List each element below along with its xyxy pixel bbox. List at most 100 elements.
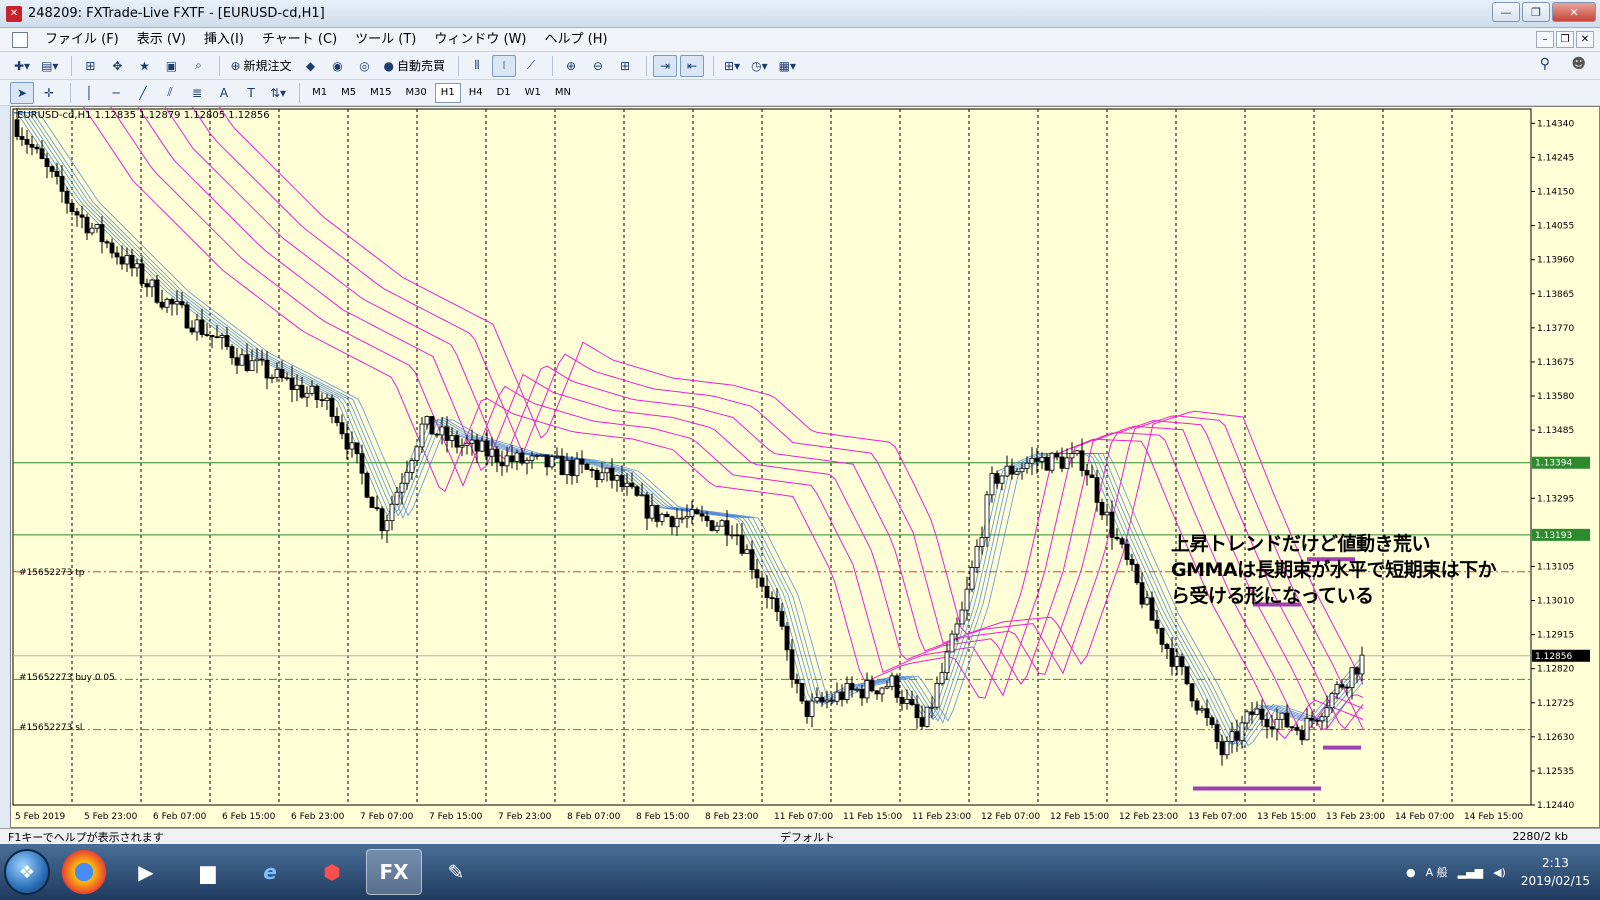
- strategy-tester-icon[interactable]: ⌕: [186, 55, 210, 77]
- candle-body: [954, 623, 960, 635]
- mdi-close-button[interactable]: ✕: [1576, 31, 1594, 48]
- templates-icon[interactable]: ▦▾: [775, 55, 800, 77]
- search-icon[interactable]: ⚲: [1540, 56, 1550, 72]
- candle-body: [609, 467, 615, 481]
- menu-file[interactable]: ファイル (F): [36, 29, 128, 51]
- timeframe-m30[interactable]: M30: [399, 83, 432, 103]
- trendline-icon[interactable]: ╱: [131, 82, 155, 104]
- mt4-taskbar-icon[interactable]: FX: [366, 849, 422, 895]
- new-order-button[interactable]: ⊕ 新規注文: [226, 55, 295, 77]
- menu-view[interactable]: 表示 (V): [128, 29, 195, 51]
- y-tick-label: 1.13580: [1537, 392, 1574, 402]
- zoom-in-icon[interactable]: ⊕: [559, 55, 583, 77]
- timeframe-m15[interactable]: M15: [364, 83, 397, 103]
- timeframe-d1[interactable]: D1: [491, 83, 517, 103]
- minimize-button[interactable]: —: [1492, 2, 1520, 22]
- timeframe-m5[interactable]: M5: [335, 83, 362, 103]
- x-tick-label: 11 Feb 23:00: [912, 812, 971, 822]
- ime-indicator[interactable]: A 般: [1426, 864, 1448, 880]
- start-button[interactable]: ❖: [4, 849, 50, 895]
- close-button[interactable]: ✕: [1552, 2, 1596, 22]
- price-chart[interactable]: 5 Feb 2019 5 Feb 23:00 6 Feb 07:00 6 Feb 15…: [11, 107, 1599, 827]
- candle-body: [344, 433, 350, 450]
- candle-body: [1064, 457, 1070, 469]
- market-icon[interactable]: ◎: [353, 55, 377, 77]
- chart-window[interactable]: 5 Feb 2019 5 Feb 23:00 6 Feb 07:00 6 Feb 15…: [10, 106, 1600, 828]
- signals-icon[interactable]: ◉: [326, 55, 350, 77]
- cursor-icon[interactable]: ➤: [10, 81, 34, 104]
- maximize-button[interactable]: ❐: [1522, 2, 1550, 22]
- menu-tools[interactable]: ツール (T): [346, 29, 425, 51]
- system-clock[interactable]: 2:13 2019/02/15: [1521, 854, 1590, 890]
- crosshair-icon[interactable]: ✛: [37, 82, 61, 104]
- line-chart-icon[interactable]: ⟋: [519, 55, 543, 77]
- candlestick-icon[interactable]: ⧙: [492, 54, 517, 77]
- candle-body: [249, 360, 255, 371]
- menu-insert[interactable]: 挿入(I): [195, 29, 253, 51]
- candle-body: [684, 516, 690, 519]
- horizontal-line-icon[interactable]: ─: [104, 82, 128, 104]
- candle-body: [549, 456, 555, 468]
- candle-body: [129, 255, 135, 269]
- menu-window[interactable]: ウィンドウ (W): [425, 29, 535, 51]
- fibonacci-icon[interactable]: ≣: [185, 82, 209, 104]
- timeframe-h4[interactable]: H4: [463, 83, 489, 103]
- candle-body: [99, 224, 105, 243]
- timeframe-h1[interactable]: H1: [434, 82, 461, 103]
- zoom-out-icon[interactable]: ⊖: [586, 55, 610, 77]
- notification-icon[interactable]: ●: [1406, 866, 1416, 879]
- y-tick-label: 1.12725: [1537, 699, 1574, 709]
- vertical-line-icon[interactable]: │: [77, 82, 101, 104]
- mdi-restore-button[interactable]: ❐: [1556, 31, 1574, 48]
- mdi-minimize-button[interactable]: –: [1536, 31, 1554, 48]
- candle-body: [844, 683, 850, 700]
- timeframe-m1[interactable]: M1: [306, 83, 333, 103]
- volume-icon[interactable]: ◀): [1493, 866, 1506, 879]
- periods-icon[interactable]: ◷▾: [747, 55, 772, 77]
- timeframe-w1[interactable]: W1: [519, 83, 547, 103]
- candle-body: [1279, 712, 1285, 720]
- bar-chart-icon[interactable]: ⫴: [465, 55, 489, 77]
- data-window-icon[interactable]: ✥: [105, 55, 129, 77]
- metaeditor-icon[interactable]: ◆: [299, 55, 323, 77]
- profiles-icon[interactable]: ▤▾: [37, 55, 62, 77]
- new-chart-icon[interactable]: ✚▾: [10, 55, 34, 77]
- candle-body: [329, 397, 335, 417]
- auto-trading-icon: ●: [383, 58, 395, 73]
- network-icon[interactable]: ▂▄▆: [1458, 866, 1483, 879]
- candle-body: [759, 577, 765, 587]
- chart-document-icon[interactable]: [12, 31, 28, 48]
- candle-body: [484, 440, 490, 457]
- chart-shift-icon[interactable]: ⇤: [680, 54, 705, 77]
- auto-scroll-icon[interactable]: ⇥: [653, 54, 678, 77]
- terminal-icon[interactable]: ▣: [159, 55, 183, 77]
- channel-icon[interactable]: ⫽: [158, 82, 182, 104]
- candle-body: [44, 158, 50, 168]
- candle-body: [254, 358, 260, 362]
- candle-body: [509, 455, 515, 462]
- community-icon[interactable]: ☻: [1571, 56, 1586, 72]
- candle-body: [784, 625, 790, 651]
- market-watch-icon[interactable]: ⊞: [78, 55, 102, 77]
- timeframe-mn[interactable]: MN: [549, 83, 577, 103]
- explorer-icon[interactable]: ▆: [180, 849, 236, 895]
- media-player-icon[interactable]: ▶: [118, 849, 174, 895]
- auto-trading-button[interactable]: ● 自動売買: [380, 55, 450, 77]
- candle-body: [1249, 711, 1255, 715]
- arrows-icon[interactable]: ⇅▾: [266, 82, 290, 104]
- menu-chart[interactable]: チャート (C): [253, 29, 346, 51]
- paint-icon[interactable]: ✎: [428, 849, 484, 895]
- indicators-icon[interactable]: ⊞▾: [720, 55, 744, 77]
- navigator-icon[interactable]: ★: [132, 55, 156, 77]
- candle-body: [1354, 667, 1360, 675]
- y-tick-label: 1.13675: [1537, 358, 1574, 368]
- text-label-icon[interactable]: T: [239, 82, 263, 104]
- candle-body: [209, 335, 215, 338]
- adobe-reader-icon[interactable]: ⬢: [304, 849, 360, 895]
- menu-help[interactable]: ヘルプ (H): [536, 29, 617, 51]
- internet-explorer-icon[interactable]: e: [242, 849, 298, 895]
- chrome-icon[interactable]: [56, 849, 112, 895]
- tile-windows-icon[interactable]: ⊞: [613, 55, 637, 77]
- text-icon[interactable]: A: [212, 82, 236, 104]
- candle-body: [124, 255, 130, 265]
